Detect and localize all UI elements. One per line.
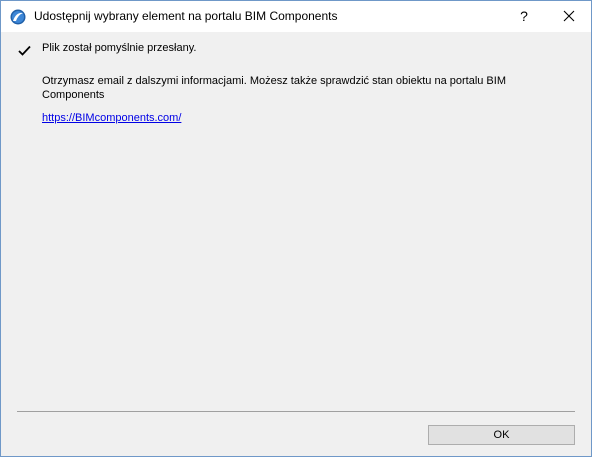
info-message: Otrzymasz email z dalszymi informacjami.…: [42, 75, 506, 101]
dialog-window: Udostępnij wybrany element na portalu BI…: [0, 0, 592, 457]
archicad-icon: [10, 9, 26, 25]
footer-separator: [17, 411, 575, 412]
close-icon: [563, 7, 575, 24]
window-title: Udostępnij wybrany element na portalu BI…: [34, 9, 338, 23]
bim-components-link[interactable]: https://BIMcomponents.com/: [42, 112, 181, 124]
close-button[interactable]: [551, 2, 587, 30]
ok-button[interactable]: OK: [428, 425, 575, 445]
title-bar: Udostępnij wybrany element na portalu BI…: [1, 1, 591, 32]
help-button[interactable]: ?: [506, 2, 542, 30]
dialog-content: Plik został pomyślnie przesłany. Otrzyma…: [1, 32, 591, 456]
check-icon: [18, 43, 31, 56]
upload-status-message: Plik został pomyślnie przesłany.: [42, 42, 197, 54]
